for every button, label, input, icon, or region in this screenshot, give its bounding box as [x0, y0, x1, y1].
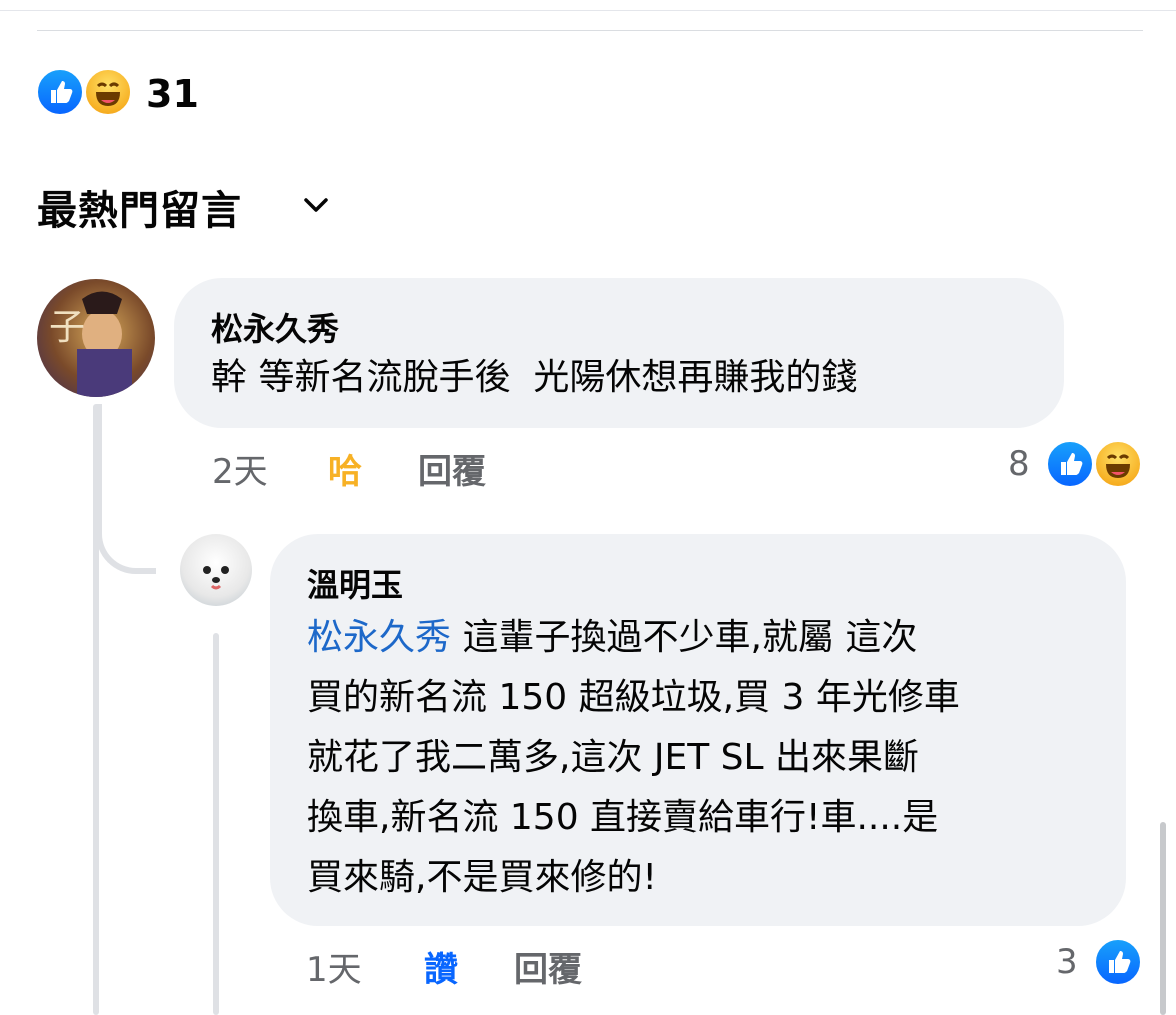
comment-sort-label: 最熱門留言: [37, 188, 242, 234]
comment-time[interactable]: 2天: [212, 444, 268, 493]
reply-button[interactable]: 回覆: [514, 942, 582, 991]
reply-button[interactable]: 回覆: [418, 444, 486, 493]
comment-text: 幹 等新名流脫手後 光陽休想再賺我的錢: [211, 357, 858, 398]
top-divider: [0, 10, 1176, 11]
post-reaction-summary[interactable]: 31: [36, 68, 199, 120]
reactions-divider: [37, 30, 1143, 31]
comment-line: 買來騎,不是買來修的!: [307, 857, 657, 898]
svg-text:子: 子: [49, 307, 85, 348]
comment-author[interactable]: 松永久秀: [211, 304, 339, 350]
reply-connector: [96, 404, 156, 574]
comment-reaction-summary[interactable]: 3: [1056, 938, 1148, 990]
haha-reaction-icon: [84, 68, 132, 116]
thread-line: [213, 633, 219, 1015]
comment-reaction-count: 8: [1008, 444, 1030, 484]
like-reaction-icon: [36, 68, 84, 116]
comment-line: 松永久秀 這輩子換過不少車,就屬 這次: [307, 617, 918, 658]
comment-bubble: 溫明玉 松永久秀 這輩子換過不少車,就屬 這次 買的新名流 150 超級垃圾,買…: [270, 534, 1126, 926]
haha-reaction-button[interactable]: 哈: [328, 444, 362, 493]
like-reaction-icon: [1094, 938, 1142, 986]
comment-line: 換車,新名流 150 直接賣給車行!車....是: [307, 797, 939, 838]
comment-time[interactable]: 1天: [306, 942, 362, 991]
comment-text: 松永久秀 這輩子換過不少車,就屬 這次 買的新名流 150 超級垃圾,買 3 年…: [307, 608, 1107, 908]
comment-sort-dropdown[interactable]: 最熱門留言: [37, 178, 328, 238]
comment-bubble: 松永久秀 幹 等新名流脫手後 光陽休想再賺我的錢: [174, 278, 1064, 428]
comment-reaction-summary[interactable]: 8: [1008, 440, 1148, 492]
comment-line: 買的新名流 150 超級垃圾,買 3 年光修車: [307, 677, 960, 718]
chevron-down-icon: [303, 196, 329, 218]
comment-line: 就花了我二萬多,這次 JET SL 出來果斷: [307, 737, 920, 778]
avatar[interactable]: [180, 534, 252, 606]
avatar[interactable]: 子: [37, 279, 155, 397]
mention-link[interactable]: 松永久秀: [307, 617, 451, 658]
post-reaction-count: 31: [146, 72, 199, 116]
scrollbar[interactable]: [1160, 822, 1166, 1015]
like-reaction-icon: [1046, 440, 1094, 488]
comment-author[interactable]: 溫明玉: [307, 560, 403, 606]
haha-reaction-icon: [1094, 440, 1142, 488]
comment-reaction-count: 3: [1056, 942, 1078, 982]
like-reaction-button[interactable]: 讚: [424, 942, 458, 991]
